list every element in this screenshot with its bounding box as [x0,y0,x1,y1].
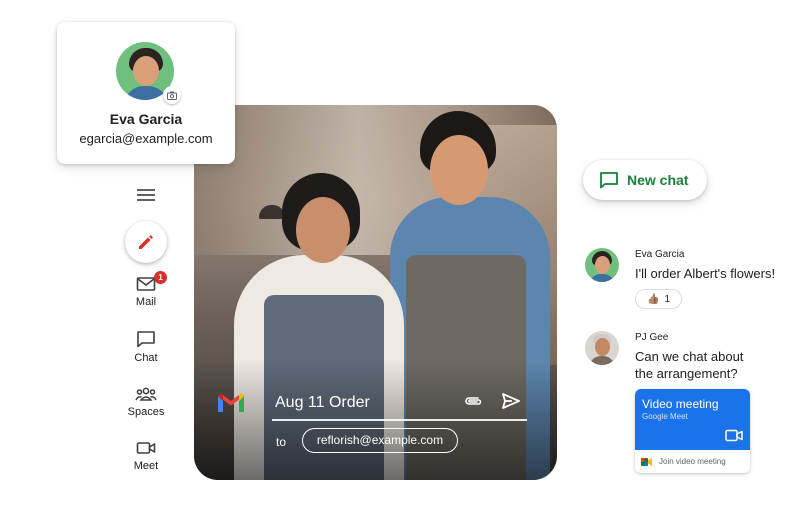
nav-spaces[interactable]: Spaces [120,386,172,418]
camera-icon[interactable] [163,86,181,104]
hero-photo-panel: Aug 11 Order to reflorish@example.com [194,105,557,480]
nav-mail[interactable]: 1 Mail [120,271,172,308]
meet-card-subtitle: Google Meet [642,412,688,421]
new-chat-label: New chat [627,172,689,188]
send-icon[interactable] [501,392,521,415]
meet-card-title: Video meeting [642,397,719,411]
spaces-icon [135,387,157,401]
join-meeting-link[interactable]: Join video meeting [635,450,750,473]
message-sender: PJ Gee [635,332,669,343]
new-chat-button[interactable]: New chat [583,160,707,200]
video-camera-icon [725,429,743,447]
message-text-line1: Can we chat about [635,349,744,364]
nav-label-spaces: Spaces [127,406,165,418]
nav-meet[interactable]: Meet [120,440,172,472]
nav-label-chat: Chat [134,352,158,364]
meet-icon [136,442,156,454]
gmail-logo-icon [216,392,246,419]
pencil-icon [139,235,153,249]
unread-badge: 1 [154,271,167,284]
new-chat-icon [600,172,618,189]
thumbs-up-icon: 👍🏽 [646,293,660,305]
mail-icon [136,277,156,291]
recipient-chip[interactable]: reflorish@example.com [302,428,458,453]
reaction-count: 1 [664,293,670,305]
chat-icon [137,331,155,348]
message-sender: Eva Garcia [635,249,685,260]
google-meet-logo-icon [641,457,652,466]
menu-icon[interactable] [136,186,156,204]
join-meeting-label: Join video meeting [659,457,726,466]
subject-field[interactable]: Aug 11 Order [275,394,370,412]
meet-invite-card[interactable]: Video meeting Google Meet Join video mee… [635,389,750,473]
message-text-line2: the arrangement? [635,366,738,381]
account-card: Eva Garcia egarcia@example.com [57,22,235,164]
subject-underline [272,419,527,421]
avatar [585,248,619,282]
to-label: to [276,435,287,449]
profile-name: Eva Garcia [109,111,183,127]
message-text: I'll order Albert's flowers! [635,266,776,281]
profile-email: egarcia@example.com [79,131,213,146]
nav-label-meet: Meet [133,460,159,472]
nav-chat[interactable]: Chat [120,330,172,364]
compose-button[interactable] [125,221,167,263]
reaction-chip[interactable]: 👍🏽 1 [635,289,682,309]
avatar [585,331,619,365]
nav-label-mail: Mail [135,296,157,308]
attachment-icon[interactable] [463,394,483,413]
